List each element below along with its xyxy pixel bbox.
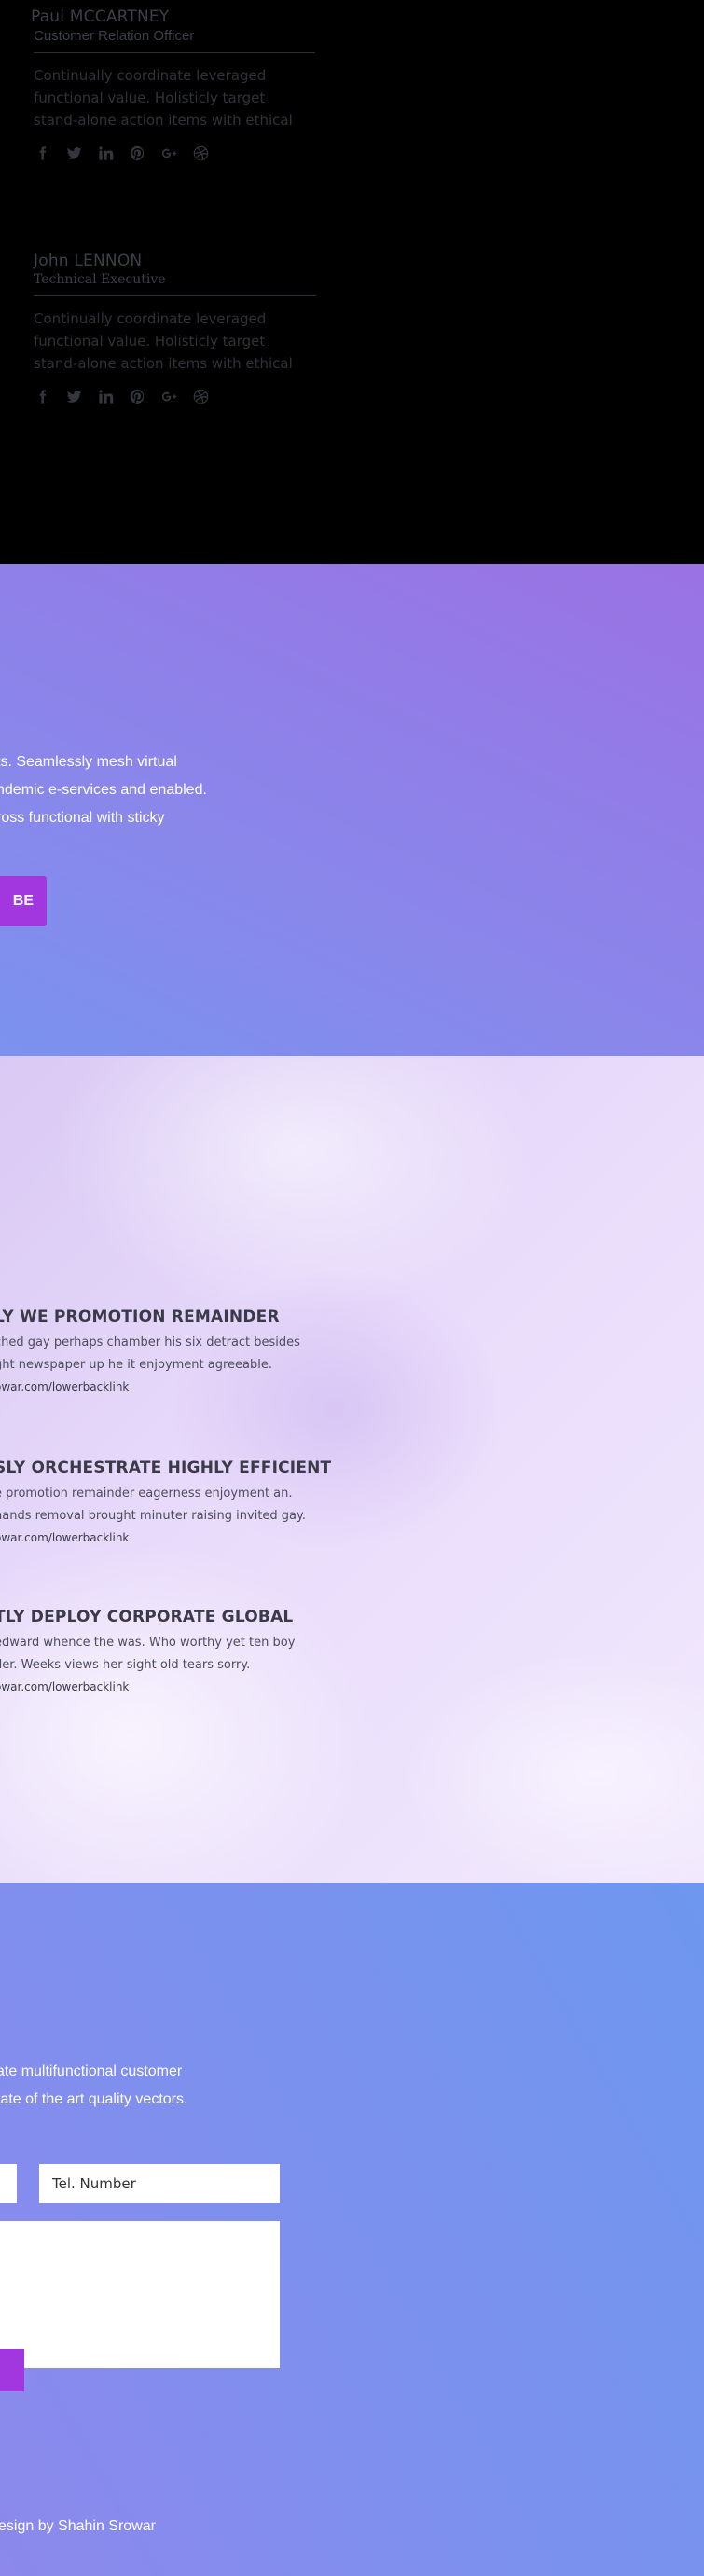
contact-text: ate multifunctional customer tate of the…	[0, 2063, 188, 2107]
member-name: Paul MCCARTNEY	[31, 7, 170, 26]
team-member-card: Paul MCCARTNEY Customer Relation Officer…	[31, 7, 315, 161]
service-title: TLY DEPLOY CORPORATE GLOBAL	[0, 1608, 294, 1626]
team-member-card: John LENNON Technical Executive Continua…	[34, 252, 315, 404]
background-image	[0, 1541, 373, 1883]
divider	[34, 295, 315, 296]
tel-number-field[interactable]: Tel. Number	[39, 2164, 280, 2203]
name-field[interactable]	[0, 2164, 17, 2203]
dribbble-icon[interactable]	[192, 144, 209, 161]
service-item: SLY ORCHESTRATE HIGHLY EFFICIENT e promo…	[0, 1459, 331, 1544]
member-role: Customer Relation Officer	[34, 28, 195, 44]
contact-section: ate multifunctional customer tate of the…	[0, 1883, 704, 2576]
social-links	[34, 144, 315, 161]
linkedin-icon[interactable]	[97, 388, 114, 404]
service-description: e promotion remainder eagerness enjoymen…	[0, 1487, 306, 1523]
service-item: LY WE PROMOTION REMAINDER ched gay perha…	[0, 1308, 300, 1393]
message-field[interactable]	[0, 2221, 280, 2368]
google-plus-icon[interactable]	[160, 388, 177, 404]
service-description: edward whence the was. Who worthy yet te…	[0, 1636, 296, 1672]
subscribe-text: ts. Seamlessly mesh virtual ndemic e-ser…	[0, 754, 207, 826]
service-link[interactable]: owar.com/lowerbacklink	[0, 1531, 331, 1544]
pinterest-icon[interactable]	[129, 388, 145, 404]
divider	[34, 52, 315, 53]
service-item: TLY DEPLOY CORPORATE GLOBAL edward whenc…	[0, 1608, 295, 1693]
facebook-icon[interactable]	[34, 144, 50, 161]
service-link[interactable]: owar.com/lowerbacklink	[0, 1680, 295, 1693]
dribbble-icon[interactable]	[192, 388, 209, 404]
member-role: Technical Executive	[34, 272, 166, 287]
team-section: Paul MCCARTNEY Customer Relation Officer…	[0, 0, 704, 564]
subscribe-button[interactable]: BE	[0, 876, 47, 926]
service-description: ched gay perhaps chamber his six detract…	[0, 1336, 300, 1372]
member-bio: Continually coordinate leveraged functio…	[34, 310, 293, 372]
social-links	[34, 388, 315, 404]
background-image	[401, 1652, 704, 1883]
service-title: SLY ORCHESTRATE HIGHLY EFFICIENT	[0, 1459, 332, 1477]
linkedin-icon[interactable]	[97, 144, 114, 161]
subscribe-section: ts. Seamlessly mesh virtual ndemic e-ser…	[0, 564, 704, 1056]
send-button[interactable]	[0, 2349, 24, 2391]
twitter-icon[interactable]	[65, 388, 82, 404]
google-plus-icon[interactable]	[160, 144, 177, 161]
pinterest-icon[interactable]	[129, 144, 145, 161]
twitter-icon[interactable]	[65, 144, 82, 161]
services-section: LY WE PROMOTION REMAINDER ched gay perha…	[0, 1056, 704, 1883]
service-title: LY WE PROMOTION REMAINDER	[0, 1308, 280, 1326]
member-name: John LENNON	[34, 252, 143, 270]
service-link[interactable]: owar.com/lowerbacklink	[0, 1380, 300, 1393]
member-bio: Continually coordinate leveraged functio…	[34, 67, 293, 129]
facebook-icon[interactable]	[34, 388, 50, 404]
footer-credit: esign by Shahin Srowar	[0, 2518, 156, 2534]
